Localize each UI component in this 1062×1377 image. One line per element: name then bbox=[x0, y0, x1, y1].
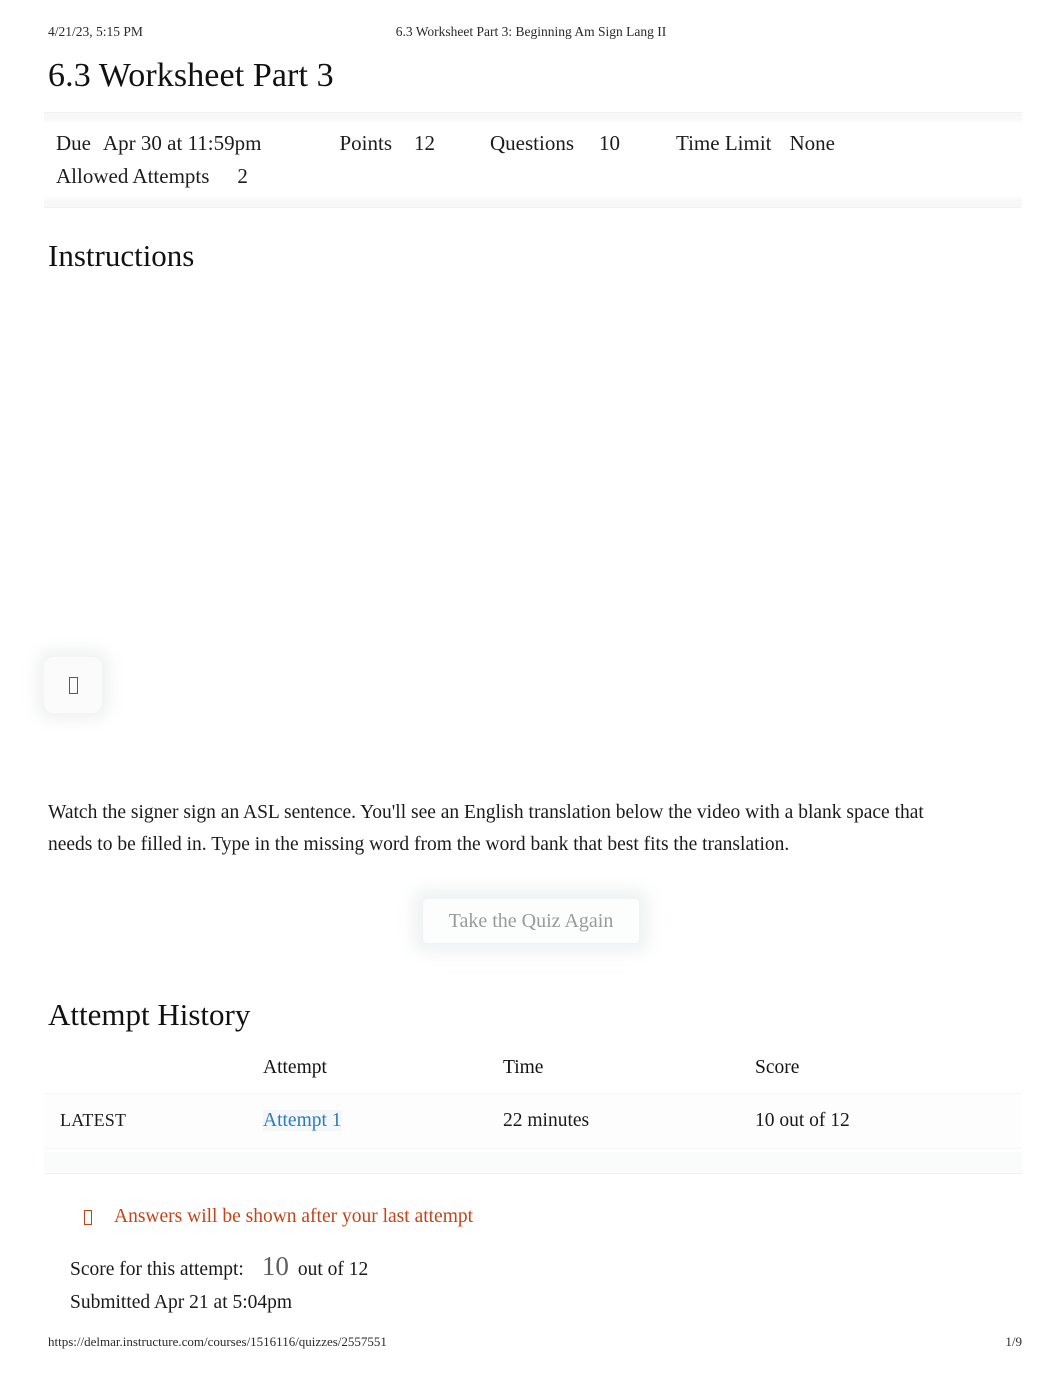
questions-value: 10 bbox=[599, 131, 620, 155]
table-row: LATEST Attempt 1 22 minutes 10 out of 12 bbox=[44, 1093, 1022, 1149]
questions-label: Questions bbox=[490, 131, 574, 155]
column-header-score: Score bbox=[755, 1050, 1022, 1094]
page-title: 6.3 Worksheet Part 3 bbox=[48, 57, 334, 94]
attempt-history-heading: Attempt History bbox=[48, 997, 251, 1032]
answers-notice: Answers will be shown after your last at… bbox=[84, 1203, 473, 1231]
print-header: 4/21/23, 5:15 PM 6.3 Worksheet Part 3: B… bbox=[48, 22, 1014, 42]
due-value: Apr 30 at 11:59pm bbox=[103, 131, 262, 155]
due-item: Due Apr 30 at 11:59pm bbox=[56, 127, 261, 160]
score-for-this-attempt: Score for this attempt: 10 out of 12 bbox=[70, 1251, 368, 1285]
take-the-quiz-again-button[interactable]: Take the Quiz Again bbox=[421, 898, 641, 944]
column-header-attempt: Attempt bbox=[263, 1050, 503, 1094]
allowed-attempts-item: Allowed Attempts 2 bbox=[56, 160, 248, 193]
video-media-placeholder[interactable] bbox=[44, 657, 102, 713]
quiz-details-box: Due Apr 30 at 11:59pm Points 12 Question… bbox=[44, 112, 1022, 208]
footer-url: https://delmar.instructure.com/courses/1… bbox=[48, 1334, 387, 1349]
questions-item: Questions 10 bbox=[435, 127, 620, 160]
score-out-of: out of 12 bbox=[297, 1259, 369, 1280]
instructions-heading: Instructions bbox=[48, 238, 195, 273]
points-item: Points 12 bbox=[261, 127, 435, 160]
footer-page-number: 1/9 bbox=[1005, 1334, 1022, 1349]
attempt-1-link[interactable]: Attempt 1 bbox=[263, 1110, 342, 1131]
column-header-kept bbox=[44, 1050, 263, 1094]
column-header-time: Time bbox=[503, 1050, 755, 1094]
attempt-history-table-footer-band bbox=[44, 1152, 1022, 1174]
cell-kept-badge: LATEST bbox=[44, 1093, 263, 1149]
cell-score: 10 out of 12 bbox=[755, 1093, 1022, 1149]
print-document-title: 6.3 Worksheet Part 3: Beginning Am Sign … bbox=[395, 24, 667, 39]
points-value: 12 bbox=[414, 131, 435, 155]
quiz-details-row-2: Allowed Attempts 2 bbox=[44, 160, 1022, 193]
allowed-attempts-label: Allowed Attempts bbox=[56, 164, 210, 188]
time-limit-value: None bbox=[789, 131, 836, 155]
allowed-attempts-value: 2 bbox=[237, 164, 248, 188]
attempt-history-body: LATEST Attempt 1 22 minutes 10 out of 12 bbox=[44, 1093, 1022, 1149]
instructions-body: Watch the signer sign an ASL sentence. Y… bbox=[48, 802, 924, 855]
retake-button-container: Take the Quiz Again bbox=[0, 898, 1062, 944]
submitted-timestamp: Submitted Apr 21 at 5:04pm bbox=[70, 1292, 293, 1313]
answers-notice-text: Answers will be shown after your last at… bbox=[114, 1206, 474, 1227]
attempt-history-header: Attempt Time Score bbox=[44, 1050, 1022, 1094]
print-footer: https://delmar.instructure.com/courses/1… bbox=[48, 1333, 1022, 1351]
quiz-details-row-1: Due Apr 30 at 11:59pm Points 12 Question… bbox=[44, 127, 1022, 160]
table-header-row: Attempt Time Score bbox=[44, 1050, 1022, 1094]
points-label: Points bbox=[339, 131, 392, 155]
quiz-results-page: 4/21/23, 5:15 PM 6.3 Worksheet Part 3: B… bbox=[0, 0, 1062, 1377]
warning-missing-glyph-box-icon bbox=[84, 1209, 92, 1225]
time-limit-label: Time Limit bbox=[676, 131, 772, 155]
score-value: 10 bbox=[261, 1251, 289, 1281]
cell-time: 22 minutes bbox=[503, 1093, 755, 1149]
missing-glyph-box-icon bbox=[68, 676, 78, 694]
time-limit-item: Time Limit None bbox=[620, 127, 835, 160]
score-label: Score for this attempt: bbox=[70, 1259, 244, 1280]
cell-attempt: Attempt 1 bbox=[263, 1093, 503, 1149]
due-label: Due bbox=[56, 131, 91, 155]
attempt-history-table: Attempt Time Score LATEST Attempt 1 22 m… bbox=[44, 1050, 1022, 1149]
